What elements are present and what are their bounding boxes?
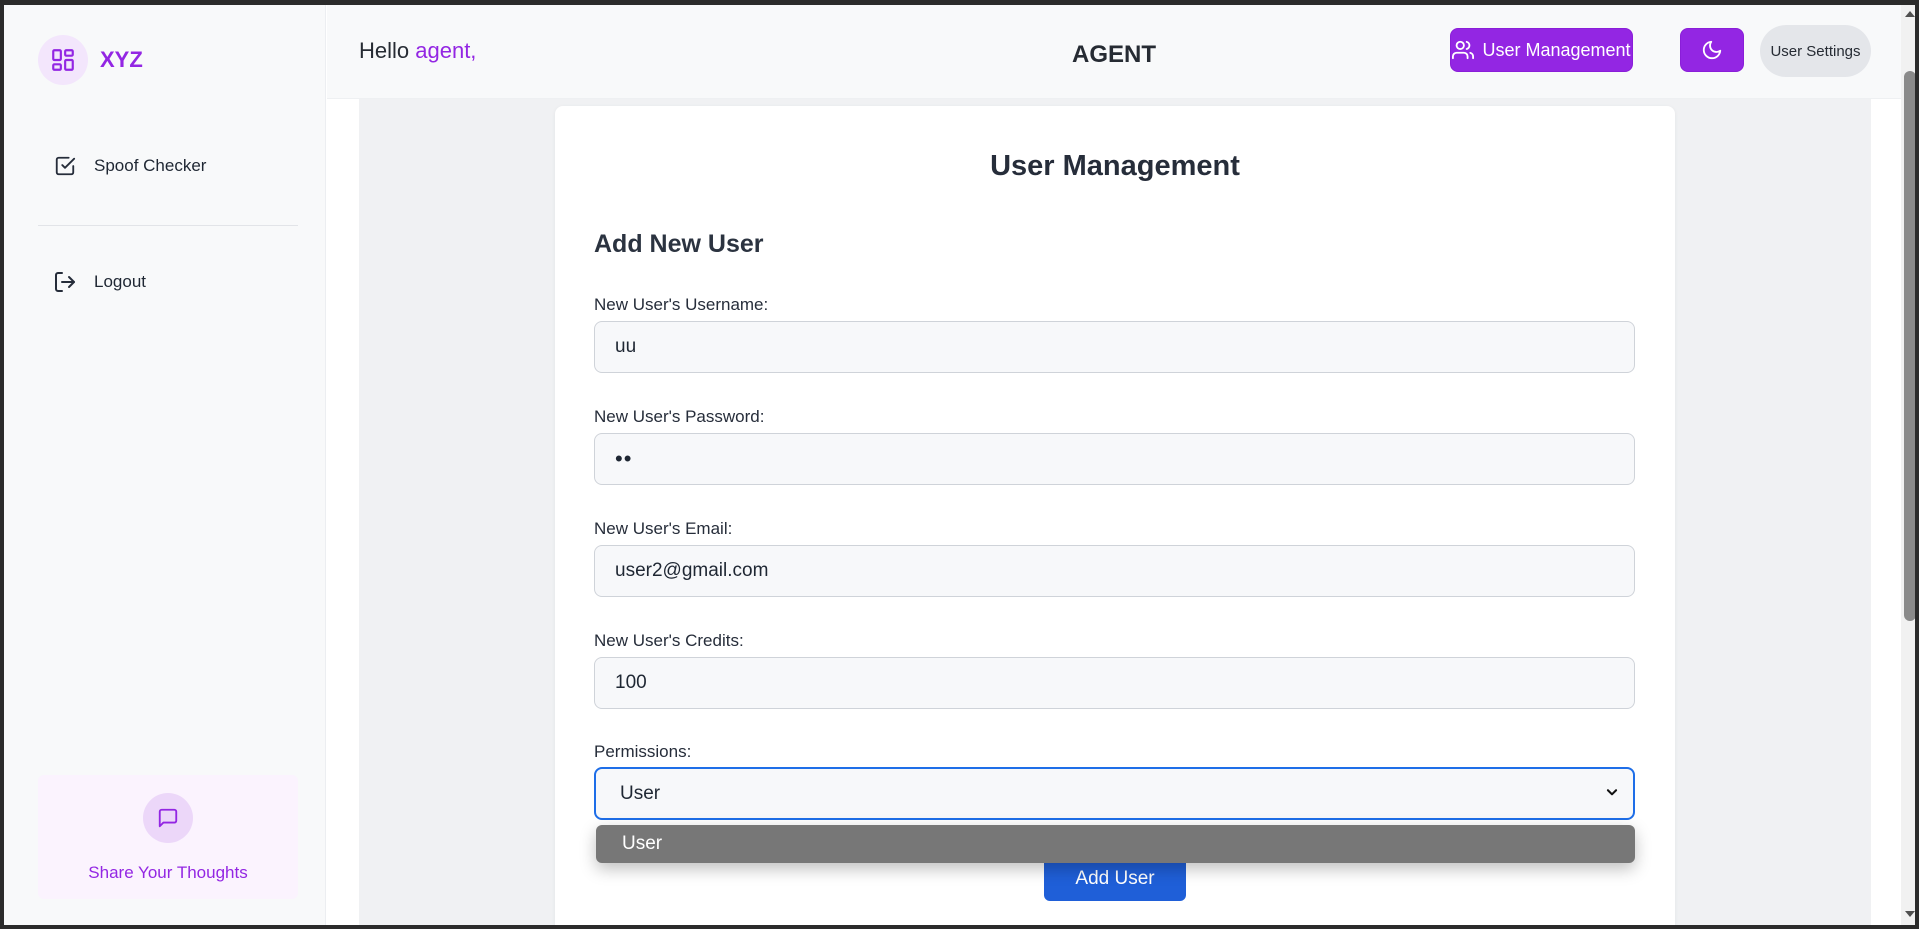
greeting-prefix: Hello	[359, 38, 416, 63]
username-input[interactable]: uu	[594, 321, 1635, 373]
logout-icon	[52, 269, 78, 295]
checkbox-icon	[52, 153, 78, 179]
permissions-value: User	[620, 782, 661, 804]
theme-toggle-button[interactable]	[1680, 28, 1744, 72]
sidebar: XYZ Spoof Checker Logout Share Your Thou…	[4, 5, 326, 925]
email-label: New User's Email:	[594, 519, 733, 538]
users-icon	[1452, 39, 1475, 61]
email-input[interactable]: user2@gmail.com	[594, 545, 1635, 597]
scroll-down-arrow-icon[interactable]	[1905, 911, 1915, 917]
email-value: user2@gmail.com	[615, 560, 769, 581]
chevron-down-icon	[1605, 785, 1619, 799]
user-management-button[interactable]: User Management	[1450, 28, 1633, 72]
permissions-option-user[interactable]: User	[596, 825, 1635, 863]
greeting: Hello agent,	[359, 38, 476, 64]
scroll-up-arrow-icon[interactable]	[1905, 11, 1915, 17]
username-label: New User's Username:	[594, 295, 769, 314]
browser-window: XYZ Spoof Checker Logout Share Your Thou…	[0, 0, 1919, 929]
moon-icon	[1701, 39, 1723, 61]
page-title: AGENT	[1072, 41, 1156, 68]
sidebar-divider	[38, 225, 298, 226]
user-settings-button[interactable]: User Settings	[1760, 25, 1871, 77]
brand-name: XYZ	[100, 47, 143, 72]
top-bar: Hello agent, AGENT User Management User	[327, 5, 1901, 99]
credits-label: New User's Credits:	[594, 631, 744, 650]
password-input[interactable]: ••	[594, 433, 1635, 485]
dashboard-grid-icon	[38, 35, 88, 85]
permissions-label: Permissions:	[594, 742, 692, 761]
scrollbar-thumb[interactable]	[1904, 71, 1915, 621]
user-management-card: User Management Add New User New User's …	[555, 106, 1675, 925]
sidebar-item-logout[interactable]: Logout	[52, 269, 146, 295]
chat-bubble-icon	[143, 793, 193, 843]
share-thoughts-label: Share Your Thoughts	[88, 863, 248, 882]
section-title: Add New User	[594, 230, 764, 258]
password-label: New User's Password:	[594, 407, 765, 426]
username-value: uu	[615, 336, 637, 357]
permissions-select[interactable]: User	[594, 767, 1635, 820]
sidebar-item-spoof-checker[interactable]: Spoof Checker	[52, 153, 206, 179]
page-scrollbar[interactable]	[1901, 5, 1915, 925]
card-title: User Management	[990, 150, 1240, 182]
brand[interactable]: XYZ	[38, 35, 143, 85]
greeting-username: agent,	[415, 38, 477, 63]
share-thoughts-button[interactable]: Share Your Thoughts	[38, 775, 298, 899]
user-management-label: User Management	[1482, 39, 1631, 60]
password-value: ••	[615, 446, 633, 471]
credits-value: 100	[615, 672, 647, 693]
sidebar-item-label: Spoof Checker	[94, 156, 207, 175]
sidebar-item-label: Logout	[94, 272, 146, 291]
credits-input[interactable]: 100	[594, 657, 1635, 709]
